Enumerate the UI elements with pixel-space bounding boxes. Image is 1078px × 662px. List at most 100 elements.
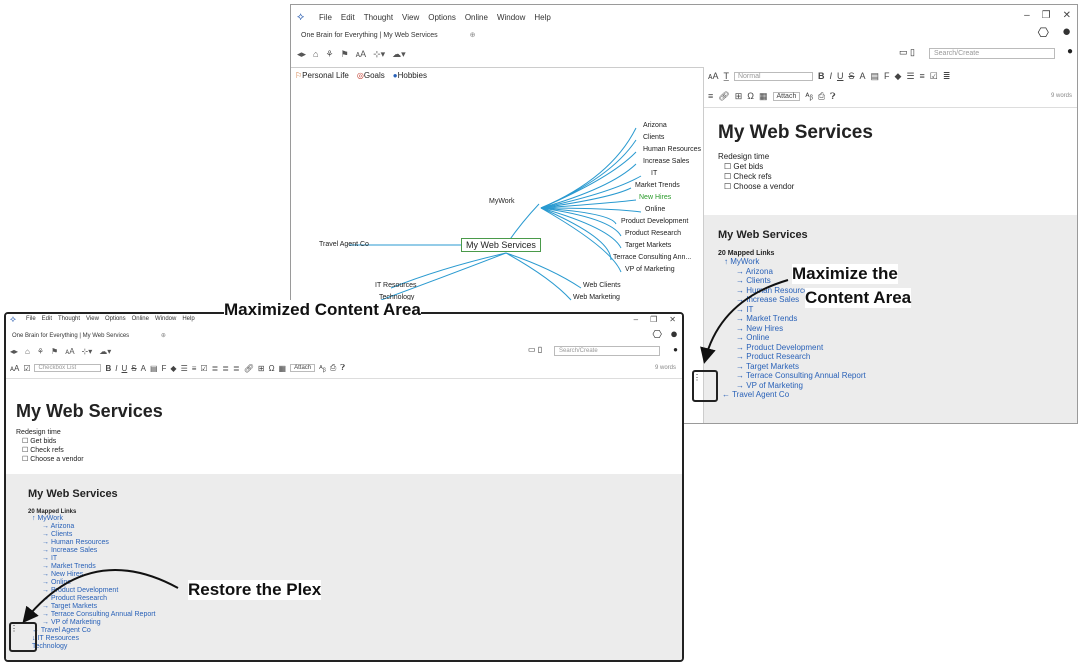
menu-help[interactable]: Help <box>534 13 550 22</box>
strikethrough-icon[interactable]: S <box>131 364 136 373</box>
style-select[interactable]: Checkbox List <box>34 364 102 372</box>
brain-tab[interactable]: One Brain for Everything | My Web Servic… <box>301 32 438 39</box>
pin-icon[interactable]: ⚑ <box>51 347 58 356</box>
menu-view[interactable]: View <box>402 13 419 22</box>
underline-icon[interactable]: U <box>837 71 844 81</box>
spellcheck-icon[interactable]: ᴬᵦ <box>319 364 326 373</box>
plex-node-below-right[interactable]: Web Marketing <box>573 294 620 301</box>
font-size-icon[interactable]: ᴀA <box>10 364 19 373</box>
menu-file[interactable]: File <box>26 316 36 322</box>
plex-node-child[interactable]: Terrace Consulting Ann... <box>613 254 691 261</box>
link-parent[interactable]: ↑ MyWork <box>28 515 672 523</box>
plex-node-parent[interactable]: MyWork <box>489 198 515 205</box>
link-jump[interactable]: ← Travel Agent Co <box>28 627 672 635</box>
link-child[interactable]: → Human Resources <box>28 539 672 547</box>
plex-node-child[interactable]: Human Resources <box>643 146 701 153</box>
text-color-icon[interactable]: A <box>141 364 146 373</box>
plex-node-left[interactable]: Travel Agent Co <box>319 241 369 248</box>
plex-node-child[interactable]: IT <box>651 170 657 177</box>
style-icon[interactable]: T̲ <box>723 71 729 81</box>
link-child[interactable]: → Online <box>718 333 1064 343</box>
checklist-item[interactable]: ☐ Choose a vendor <box>718 182 1064 192</box>
plex-node-child[interactable]: VP of Marketing <box>625 266 675 273</box>
minimize-icon[interactable]: – <box>634 315 638 324</box>
link-jump[interactable]: ← Travel Agent Co <box>718 390 1064 400</box>
underline-icon[interactable]: U <box>122 364 128 373</box>
link-child[interactable]: → Online <box>28 579 672 587</box>
checkbox-style-icon[interactable]: ☑ <box>23 364 30 373</box>
bold-icon[interactable]: B <box>818 71 825 81</box>
plex-node-child[interactable]: Clients <box>643 134 664 141</box>
font-icon[interactable]: F <box>884 71 890 81</box>
link-child[interactable]: → New Hires <box>28 571 672 579</box>
menu-online[interactable]: Online <box>465 13 488 22</box>
menu-online[interactable]: Online <box>132 316 149 322</box>
add-tab-icon[interactable]: ⊕ <box>470 32 476 39</box>
plex-central-thought[interactable]: My Web Services <box>461 238 541 252</box>
minimize-icon[interactable]: – <box>1024 10 1030 21</box>
layout-toggle-icon[interactable]: ▭ ▯ <box>899 47 915 58</box>
menu-thought[interactable]: Thought <box>58 316 80 322</box>
network-icon[interactable]: ⚘ <box>325 49 333 60</box>
omega-icon[interactable]: Ω <box>269 364 275 373</box>
menu-edit[interactable]: Edit <box>341 13 355 22</box>
close-icon[interactable]: ✕ <box>1063 10 1071 21</box>
back-forward-icon[interactable]: ◂▸ <box>297 49 306 60</box>
help-icon[interactable]: ❓︎ <box>830 91 835 102</box>
add-tab-icon[interactable]: ⊕ <box>161 333 166 339</box>
highlight-icon[interactable]: ▤ <box>150 364 158 373</box>
home-icon[interactable]: ⌂ <box>313 49 318 59</box>
indent-icon[interactable]: ≡ <box>708 91 713 101</box>
link-icon[interactable]: 🔗︎ <box>244 364 254 373</box>
checklist-item[interactable]: ☐ Get bids <box>16 437 672 446</box>
link-child[interactable]: → Arizona <box>28 523 672 531</box>
italic-icon[interactable]: I <box>829 71 832 81</box>
close-icon[interactable]: ✕ <box>669 315 676 324</box>
link-child[interactable]: → New Hires <box>718 324 1064 334</box>
link-child[interactable]: → Terrace Consulting Annual Report <box>28 611 672 619</box>
text-size-icon[interactable]: ᴀA <box>65 347 74 356</box>
cloud-icon[interactable]: ☁▾ <box>99 347 111 356</box>
brain-tab[interactable]: One Brain for Everything | My Web Servic… <box>12 333 129 339</box>
highlight-icon[interactable]: ▤ <box>871 71 880 82</box>
notes-editor[interactable]: My Web Services Redesign time ☐ Get bids… <box>6 378 682 474</box>
link-child[interactable]: → VP of Marketing <box>28 619 672 627</box>
link-child[interactable]: → Product Research <box>718 352 1064 362</box>
strikethrough-icon[interactable]: S <box>848 71 854 81</box>
bold-icon[interactable]: B <box>105 364 111 373</box>
layout-toggle-icon[interactable]: ▭ ▯ <box>528 345 542 354</box>
menu-options[interactable]: Options <box>105 316 126 322</box>
menu-view[interactable]: View <box>86 316 99 322</box>
checklist-item[interactable]: ☐ Check refs <box>16 446 672 455</box>
plex-node-child[interactable]: Online <box>645 206 665 213</box>
table-icon[interactable]: ⊞ <box>258 364 265 373</box>
link-icon[interactable]: 🔗︎ <box>718 91 729 102</box>
italic-icon[interactable]: I <box>115 364 117 373</box>
user-icon[interactable]: ● <box>1062 23 1071 40</box>
grid-icon[interactable]: ▦ <box>279 364 287 373</box>
link-child[interactable]: → VP of Marketing <box>718 381 1064 391</box>
plex-node-child[interactable]: Product Development <box>621 218 688 225</box>
font-icon[interactable]: F <box>162 364 167 373</box>
search-icon[interactable]: ● <box>1067 46 1073 57</box>
link-child[interactable]: → Product Development <box>28 587 672 595</box>
font-size-icon[interactable]: ᴀA <box>708 71 718 81</box>
plex-node-child[interactable]: Market Trends <box>635 182 680 189</box>
notes-editor[interactable]: My Web Services Redesign time ☐ Get bids… <box>704 107 1077 215</box>
checkbox-icon[interactable]: ☑ <box>200 364 207 373</box>
checklist-item[interactable]: ☐ Get bids <box>718 162 1064 172</box>
link-child[interactable]: → Market Trends <box>28 563 672 571</box>
bullet-list-icon[interactable]: ☰ <box>906 71 914 82</box>
home-icon[interactable]: ⌂ <box>25 347 30 356</box>
link-child[interactable]: → Terrace Consulting Annual Report <box>718 371 1064 381</box>
grid-icon[interactable]: ▦ <box>759 91 768 102</box>
align-center-icon[interactable]: ≣ <box>222 364 229 373</box>
plex-node-child[interactable]: Increase Sales <box>643 158 689 165</box>
attach-button[interactable]: Attach <box>290 364 316 372</box>
print-icon[interactable]: ⎙ <box>330 363 336 373</box>
omega-icon[interactable]: Ω <box>747 91 754 101</box>
checkbox-icon[interactable]: ☑ <box>930 71 938 82</box>
plex-node-below-right[interactable]: Web Clients <box>583 282 621 289</box>
help-icon[interactable]: ❓︎ <box>340 363 345 373</box>
sync-icon[interactable]: ⎔ <box>1038 25 1049 41</box>
